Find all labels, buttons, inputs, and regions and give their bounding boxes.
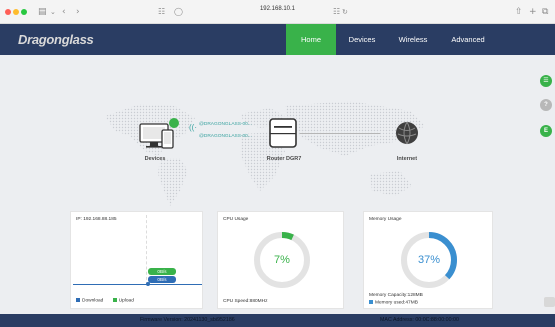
memory-percent: 37% [417,254,441,266]
download-legend-swatch [76,298,80,302]
browser-toolbar: ▤ ⌄ ‹ › ☷ ◯ 192.168.10.1 ☷ ↻ ⇧ + ⧉ [0,0,555,24]
nav-wireless[interactable]: Wireless [388,24,438,55]
traffic-legend: Download Upload [76,298,134,303]
tabs-icon[interactable]: ⧉ [542,4,548,20]
traffic-card: IP: 192.168.88.185 0B/s 0B/s Download Up… [70,211,203,309]
mac-address: MAC Address: 00:0C:88:00:00:00 [380,317,459,323]
chart-gridline [146,215,147,285]
network-icon[interactable]: ☰ [540,75,552,87]
router-icon[interactable] [268,117,298,149]
connection-line [300,133,380,134]
reload-icon[interactable]: ↻ [342,4,348,20]
main-navbar: Dragonglass Home Devices Wireless Advanc… [0,24,555,55]
cpu-title: CPU Usage [223,217,249,222]
nav-devices[interactable]: Devices [336,24,388,55]
share-icon[interactable]: ⇧ [515,4,523,20]
world-map [105,101,425,206]
ssid-label-1: @DRAGONGLASS-00... [199,122,252,127]
memory-card: Memory Usage 37% Memory Capacity:128MB M… [363,211,493,309]
memory-title: Memory Usage [369,217,402,222]
upload-legend-label: Upload [118,298,134,304]
download-rate-badge: 0B/s [148,276,176,283]
memory-used-row: Memory used:47MB [369,300,418,305]
nav-home[interactable]: Home [286,24,336,55]
download-legend-label: Download [82,298,104,304]
nav-advanced[interactable]: Advanced [438,24,498,55]
globe-icon[interactable] [395,121,419,145]
scrollbar-handle[interactable] [544,297,555,307]
memory-capacity: Memory Capacity:128MB [369,293,423,298]
devices-icon[interactable] [138,118,182,152]
upload-rate-badge: 0B/s [148,268,176,275]
cpu-percent: 7% [274,254,290,266]
new-tab-icon[interactable]: + [529,4,537,20]
language-button[interactable]: E [540,125,552,137]
firmware-version: Firmware Version: 20241130_sbi952186 [140,317,235,323]
wifi-icon: ((· [189,123,197,132]
footer: Firmware Version: 20241130_sbi952186 MAC… [0,314,555,327]
cpu-speed: CPU Speed:880MHz [223,299,268,304]
memory-legend-swatch [369,300,373,304]
brand-logo: Dragonglass [18,32,94,47]
ssid-label-2: @DRAGONGLASS-00... [199,134,252,139]
download-line [73,284,202,285]
translate-icon[interactable]: ☷ [333,4,340,20]
memory-used: Memory used:47MB [375,300,418,306]
router-label: Router DGR7 [266,156,302,162]
internet-label: Internet [396,156,418,162]
ip-address: IP: 192.168.88.185 [76,217,117,222]
upload-legend-swatch [112,298,117,302]
address-bar[interactable]: 192.168.10.1 [0,6,555,12]
cpu-card: CPU Usage 7% CPU Speed:880MHz [217,211,344,309]
devices-label: Devices [144,156,166,162]
help-icon[interactable]: ? [540,99,552,111]
